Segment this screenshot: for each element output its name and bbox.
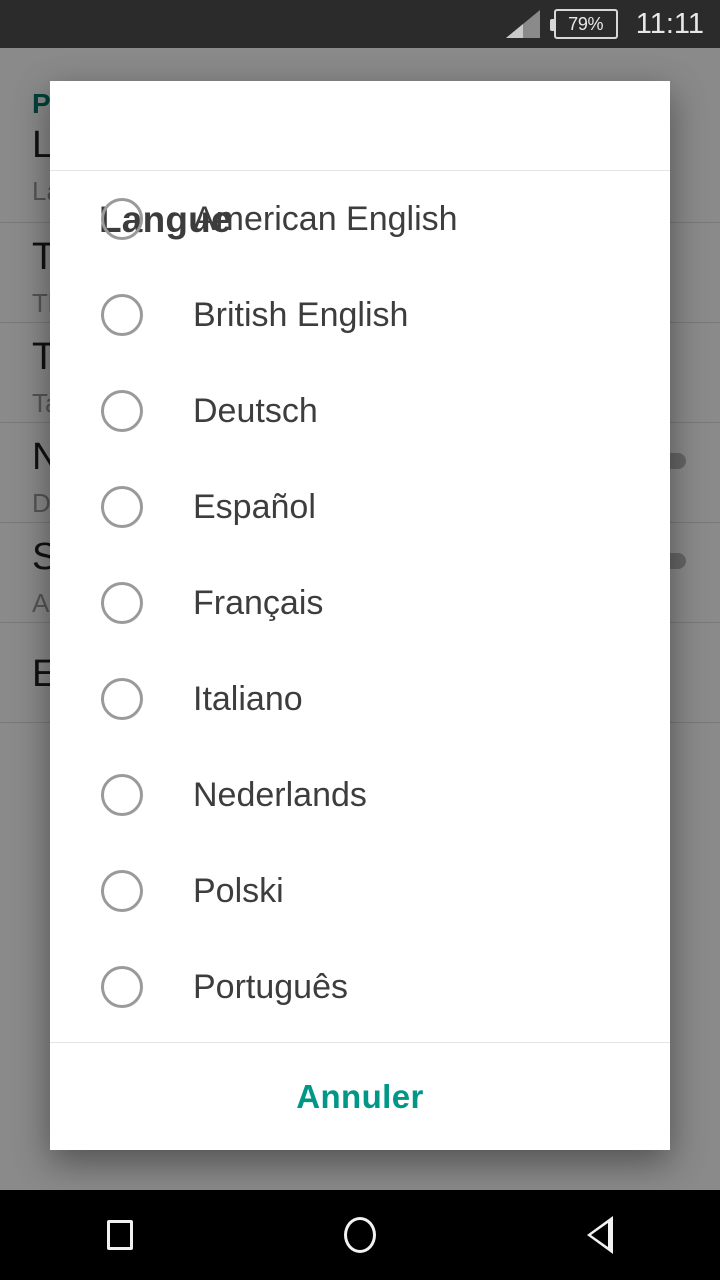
list-item-label: Nederlands [193, 776, 367, 814]
list-item-partial[interactable] [50, 1035, 670, 1042]
radio-button-icon[interactable] [101, 582, 143, 624]
list-item-label: Français [193, 584, 324, 622]
radio-button-icon[interactable] [101, 966, 143, 1008]
phone-screen: 79% 11:11 P L La T Th T Ta N D S A E Lan… [0, 0, 720, 1280]
list-item-label: Italiano [193, 680, 303, 718]
list-item[interactable]: American English [50, 171, 670, 267]
android-navigation-bar [0, 1190, 720, 1280]
list-item-label: American English [193, 200, 458, 238]
list-item[interactable]: Italiano [50, 651, 670, 747]
status-bar: 79% 11:11 [0, 0, 720, 48]
radio-button-icon[interactable] [101, 678, 143, 720]
list-item-label: Deutsch [193, 392, 318, 430]
language-picker-dialog: Langue American English British English … [50, 81, 670, 1150]
home-button[interactable] [240, 1190, 480, 1280]
list-item-label: Português [193, 968, 348, 1006]
radio-button-icon[interactable] [101, 294, 143, 336]
list-item[interactable]: Português [50, 939, 670, 1035]
cancel-button-label: Annuler [296, 1077, 424, 1115]
list-item[interactable]: Polski [50, 843, 670, 939]
cancel-button[interactable]: Annuler [50, 1043, 670, 1150]
back-button[interactable] [480, 1190, 720, 1280]
list-item-label: Español [193, 488, 316, 526]
radio-button-icon[interactable] [101, 870, 143, 912]
battery-icon: 79% [549, 9, 618, 39]
list-item-label: Polski [193, 872, 284, 910]
list-item[interactable]: Français [50, 555, 670, 651]
battery-level-text: 79% [568, 14, 604, 34]
square-recents-icon [107, 1220, 133, 1250]
radio-button-icon[interactable] [101, 486, 143, 528]
list-item[interactable]: British English [50, 267, 670, 363]
radio-button-icon[interactable] [101, 198, 143, 240]
recents-button[interactable] [0, 1190, 240, 1280]
radio-button-icon[interactable] [101, 390, 143, 432]
language-options-list[interactable]: American English British English Deutsch… [50, 171, 670, 1042]
list-item-label: British English [193, 296, 409, 334]
list-item[interactable]: Nederlands [50, 747, 670, 843]
list-item[interactable]: Deutsch [50, 363, 670, 459]
signal-bars-icon [505, 10, 540, 38]
triangle-back-icon [587, 1216, 613, 1254]
radio-button-icon[interactable] [101, 774, 143, 816]
list-item[interactable]: Español [50, 459, 670, 555]
status-bar-clock: 11:11 [635, 7, 704, 40]
circle-home-icon [344, 1217, 376, 1253]
